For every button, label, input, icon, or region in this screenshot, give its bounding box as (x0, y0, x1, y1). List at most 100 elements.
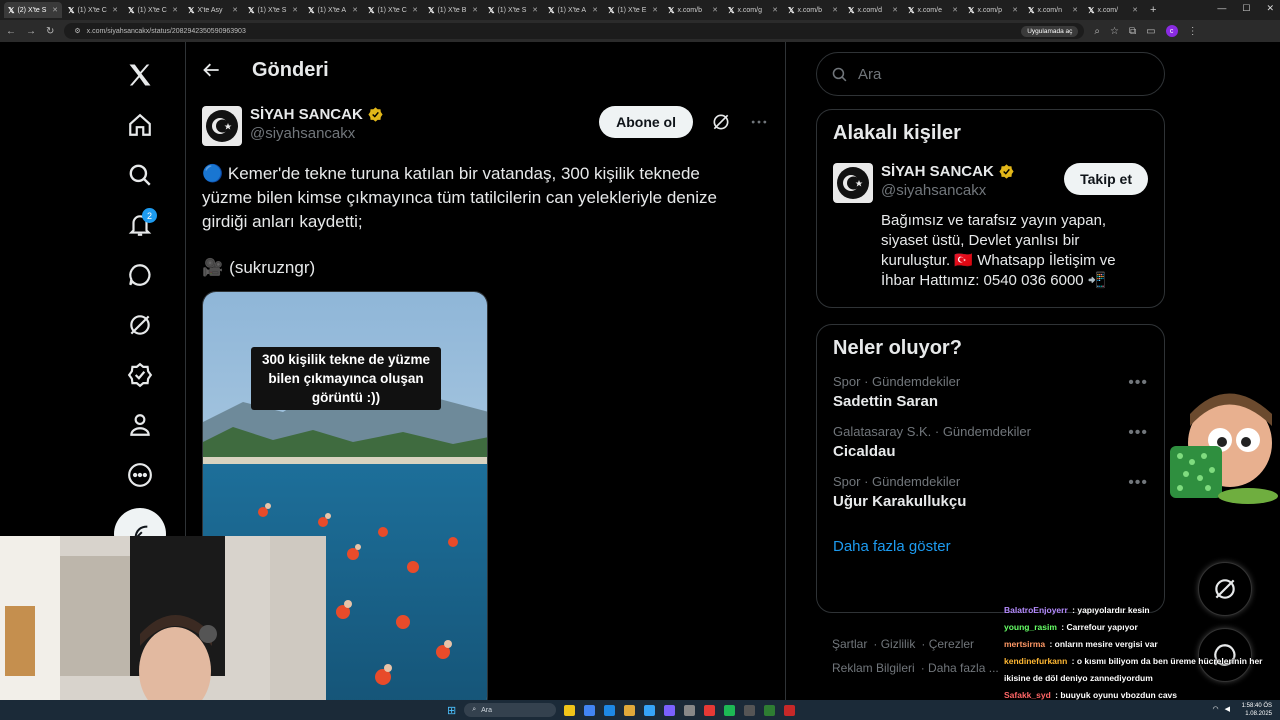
system-tray[interactable]: ◠ ◀ (1213, 705, 1231, 713)
trend-more-icon[interactable]: ••• (1128, 424, 1148, 460)
back-arrow-icon[interactable] (202, 60, 222, 80)
taskbar-clock[interactable]: 1:58:40 ÖS 1.08.2025 (1242, 702, 1272, 718)
footer-link[interactable]: Reklam Bilgileri (832, 661, 915, 675)
zoom-icon[interactable]: ⌕ (1094, 26, 1100, 37)
back-nav-icon[interactable]: ← (6, 26, 16, 37)
close-window-icon[interactable]: ✕ (1266, 3, 1274, 14)
search-box[interactable]: Ara (816, 52, 1165, 96)
close-tab-icon[interactable]: ✕ (592, 6, 598, 14)
close-tab-icon[interactable]: ✕ (1072, 6, 1078, 14)
trend-item[interactable]: Spor · Gündemdekiler Sadettin Saran ••• (833, 374, 1148, 410)
taskbar-search[interactable]: ⌕ Ara (464, 703, 557, 717)
close-tab-icon[interactable]: ✕ (1012, 6, 1018, 14)
browser-tab[interactable]: 𝕏 (1) X'te S ✕ (244, 2, 302, 18)
app-icon[interactable] (764, 704, 776, 716)
browser-tab[interactable]: 𝕏x.com/g ✕ (724, 2, 782, 18)
nav-home[interactable] (115, 100, 165, 150)
close-tab-icon[interactable]: ✕ (772, 6, 778, 14)
close-tab-icon[interactable]: ✕ (412, 6, 418, 14)
close-tab-icon[interactable]: ✕ (832, 6, 838, 14)
nav-more[interactable] (115, 450, 165, 500)
browser-tab[interactable]: 𝕏x.com/d ✕ (844, 2, 902, 18)
close-tab-icon[interactable]: ✕ (652, 6, 658, 14)
author-name-row[interactable]: SİYAH SANCAK (250, 106, 384, 123)
footer-link[interactable]: Çerezler (929, 637, 974, 651)
author-handle[interactable]: @siyahsancakx (250, 125, 384, 142)
close-tab-icon[interactable]: ✕ (352, 6, 358, 14)
browser-tab[interactable]: 𝕏 (1) X'te C ✕ (364, 2, 422, 18)
browser-tab[interactable]: 𝕏x.com/ ✕ (1084, 2, 1142, 18)
close-tab-icon[interactable]: ✕ (532, 6, 538, 14)
nav-notifications[interactable]: 2 (115, 200, 165, 250)
close-tab-icon[interactable]: ✕ (112, 6, 118, 14)
author-avatar[interactable] (202, 106, 242, 146)
browser-tab[interactable]: 𝕏 (1) X'te A ✕ (544, 2, 602, 18)
browser-tab[interactable]: 𝕏 (1) X'te C ✕ (64, 2, 122, 18)
close-tab-icon[interactable]: ✕ (172, 6, 178, 14)
browser-tab[interactable]: 𝕏 (1) X'te B ✕ (424, 2, 482, 18)
close-tab-icon[interactable]: ✕ (892, 6, 898, 14)
post-more-button[interactable] (749, 106, 769, 138)
app-icon[interactable] (744, 704, 756, 716)
browser-menu-icon[interactable]: ⋮ (1188, 26, 1198, 37)
site-info-icon[interactable]: ⚙ (74, 27, 80, 35)
reload-icon[interactable]: ↻ (46, 26, 54, 37)
browser-tab[interactable]: 𝕏 (1) X'te C ✕ (124, 2, 182, 18)
browser-tab[interactable]: 𝕏 (1) X'te A ✕ (304, 2, 362, 18)
close-tab-icon[interactable]: ✕ (52, 6, 58, 14)
close-tab-icon[interactable]: ✕ (232, 6, 238, 14)
subscribe-button[interactable]: Abone ol (599, 106, 693, 138)
folder-icon[interactable] (624, 704, 636, 716)
browser-tab[interactable]: 𝕏x.com/p ✕ (964, 2, 1022, 18)
related-avatar[interactable] (833, 163, 873, 203)
close-tab-icon[interactable]: ✕ (952, 6, 958, 14)
show-more-link[interactable]: Daha fazla göster (833, 538, 1148, 555)
close-tab-icon[interactable]: ✕ (1132, 6, 1138, 14)
close-tab-icon[interactable]: ✕ (712, 6, 718, 14)
app-icon[interactable] (704, 704, 716, 716)
browser-tab[interactable]: 𝕏 X'te Asy ✕ (184, 2, 242, 18)
grok-post-button[interactable] (711, 106, 731, 138)
trend-item[interactable]: Galatasaray S.K. · Gündemdekiler Cicalda… (833, 424, 1148, 460)
file-explorer-icon[interactable] (564, 704, 576, 716)
nav-premium[interactable] (115, 350, 165, 400)
url-input[interactable]: ⚙ x.com/siyahsancakx/status/208294235059… (64, 23, 1085, 39)
browser-tab[interactable]: 𝕏 (2) X'te S ✕ (4, 2, 62, 18)
trend-item[interactable]: Spor · Gündemdekiler Uğur Karakullukçu •… (833, 474, 1148, 510)
forward-nav-icon[interactable]: → (26, 26, 36, 37)
footer-link[interactable]: Daha fazla ... (928, 661, 999, 675)
minimize-icon[interactable]: — (1217, 3, 1226, 14)
browser-tab[interactable]: 𝕏x.com/e ✕ (904, 2, 962, 18)
chrome-icon[interactable] (584, 704, 596, 716)
bookmark-star-icon[interactable]: ☆ (1110, 26, 1119, 37)
nav-profile[interactable] (115, 400, 165, 450)
app-icon[interactable] (644, 704, 656, 716)
nav-grok[interactable] (115, 300, 165, 350)
browser-tab[interactable]: 𝕏x.com/b ✕ (784, 2, 842, 18)
discord-icon[interactable] (664, 704, 676, 716)
trend-more-icon[interactable]: ••• (1128, 474, 1148, 510)
nav-explore[interactable] (115, 150, 165, 200)
windows-start-icon[interactable]: ⊞ (447, 704, 456, 717)
maximize-icon[interactable]: ☐ (1242, 3, 1250, 14)
sidebar-icon[interactable]: ▭ (1146, 26, 1155, 37)
new-tab-icon[interactable]: + (1144, 4, 1162, 16)
x-logo-button[interactable] (115, 50, 165, 100)
footer-link[interactable]: Şartlar (832, 637, 867, 651)
app-icon[interactable] (784, 704, 796, 716)
profile-avatar[interactable]: c (1165, 25, 1178, 37)
browser-tab[interactable]: 𝕏x.com/b ✕ (664, 2, 722, 18)
nav-messages[interactable] (115, 250, 165, 300)
open-in-app-pill[interactable]: Uygulamada aç (1021, 25, 1079, 37)
close-tab-icon[interactable]: ✕ (292, 6, 298, 14)
follow-button[interactable]: Takip et (1064, 163, 1148, 195)
edge-icon[interactable] (604, 704, 616, 716)
app-icon[interactable] (684, 704, 696, 716)
related-person[interactable]: SİYAH SANCAK @siyahsancakx Takip et (833, 163, 1148, 203)
footer-link[interactable]: Gizlilik (881, 637, 916, 651)
trend-more-icon[interactable]: ••• (1128, 374, 1148, 410)
spotify-icon[interactable] (724, 704, 736, 716)
browser-tab[interactable]: 𝕏x.com/n ✕ (1024, 2, 1082, 18)
close-tab-icon[interactable]: ✕ (472, 6, 478, 14)
browser-tab[interactable]: 𝕏 (1) X'te S ✕ (484, 2, 542, 18)
